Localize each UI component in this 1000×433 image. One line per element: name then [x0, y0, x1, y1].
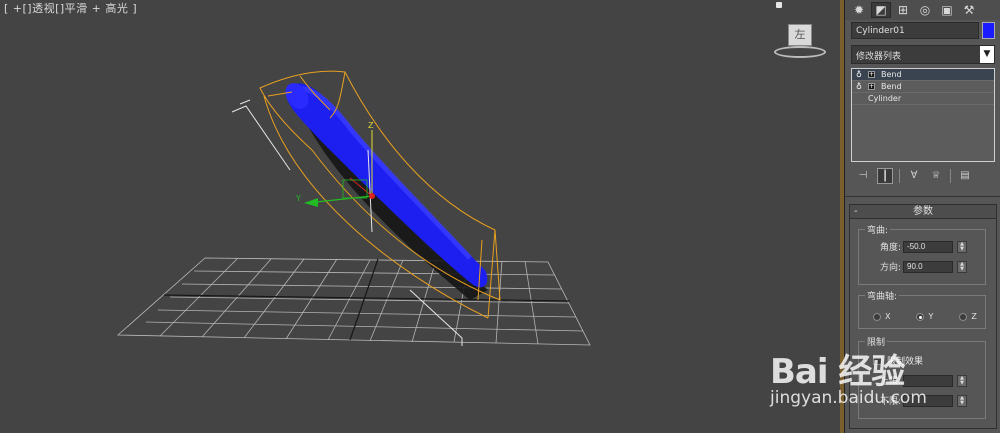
modify-tab-icon[interactable]: ◩: [871, 2, 891, 18]
axis-x-radio[interactable]: X: [873, 312, 890, 321]
collapse-icon[interactable]: -: [854, 205, 858, 219]
create-tab-icon[interactable]: ✹: [849, 2, 869, 18]
direction-input[interactable]: [903, 260, 953, 273]
make-unique-icon[interactable]: ∀: [906, 168, 922, 184]
hierarchy-tab-icon[interactable]: ⊞: [893, 2, 913, 18]
bend-axis-title: 弯曲轴:: [865, 289, 900, 302]
stack-item-bend-top[interactable]: ♁ + Bend: [852, 69, 994, 81]
baidu-watermark: Bai 经验 jingyan.baidu.com: [752, 338, 1000, 433]
pin-stack-icon[interactable]: ⊣: [855, 168, 871, 184]
bend-group: 弯曲: 角度: ▲▼ 方向: ▲▼: [858, 223, 986, 285]
watermark-url: jingyan.baidu.com: [770, 388, 927, 408]
configure-sets-icon[interactable]: ▤: [957, 168, 973, 184]
modifier-stack[interactable]: ♁ + Bend ♁ + Bend Cylinder: [851, 68, 995, 162]
radio-dot[interactable]: [873, 312, 881, 321]
home-grid: [116, 257, 591, 346]
display-tab-icon[interactable]: ▣: [937, 2, 957, 18]
command-panel-tabs: ✹ ◩ ⊞ ◎ ▣ ⚒: [845, 0, 1000, 20]
angle-spinner-icon[interactable]: ▲ ▼: [957, 240, 967, 253]
radio-dot-selected[interactable]: [916, 312, 925, 321]
bend-axis-group: 弯曲轴: X Y Z: [858, 289, 986, 329]
stack-toolbar: ⊣ ┃ ∀ ♕ ▤: [855, 168, 995, 184]
toolbar-separator: [899, 169, 900, 183]
viewcube-compass-ring[interactable]: [774, 46, 826, 58]
angle-row: 角度: ▲▼: [859, 240, 967, 253]
viewcube-face[interactable]: 左: [788, 24, 812, 46]
stack-item-label: Bend: [881, 70, 902, 79]
object-name-field[interactable]: [851, 22, 979, 39]
direction-row: 方向: ▲▼: [859, 260, 967, 273]
motion-tab-icon[interactable]: ◎: [915, 2, 935, 18]
svg-text:Z: Z: [368, 121, 374, 130]
utilities-tab-icon[interactable]: ⚒: [959, 2, 979, 18]
expand-icon[interactable]: +: [868, 83, 875, 90]
modifier-list-dropdown[interactable]: 修改器列表 ▼: [851, 45, 995, 64]
axis-z-radio[interactable]: Z: [959, 312, 977, 321]
axis-x-label: X: [885, 312, 891, 321]
modifier-list-label: 修改器列表: [856, 52, 902, 62]
axis-z-label: Z: [971, 312, 977, 321]
expand-icon[interactable]: +: [868, 71, 875, 78]
angle-input[interactable]: [903, 240, 953, 253]
chevron-down-icon[interactable]: ▼: [980, 46, 994, 63]
lightbulb-icon[interactable]: ♁: [856, 82, 864, 91]
svg-text:Y: Y: [295, 194, 301, 203]
remove-modifier-icon[interactable]: ♕: [928, 168, 944, 184]
angle-label: 角度:: [879, 243, 901, 253]
viewcube[interactable]: 左: [772, 20, 828, 64]
stack-item-label: Bend: [881, 82, 902, 91]
lightbulb-icon[interactable]: ♁: [856, 70, 864, 79]
rollout-title: 参数: [913, 206, 933, 217]
axis-y-radio[interactable]: Y: [916, 312, 933, 321]
viewcube-home-icon[interactable]: [776, 2, 782, 8]
watermark-logo: Bai 经验: [770, 352, 905, 392]
object-color-swatch[interactable]: [982, 22, 995, 39]
scene-canvas[interactable]: Z Y: [0, 0, 840, 433]
bend-group-title: 弯曲:: [865, 223, 891, 236]
radio-dot[interactable]: [959, 312, 968, 321]
rollout-header[interactable]: - 参数: [850, 205, 996, 219]
toolbar-separator: [950, 169, 951, 183]
bent-cylinder: [285, 83, 488, 288]
perspective-viewport[interactable]: [ +[]透视[]平滑 + 高光 ] Z Y 左: [0, 0, 840, 433]
axis-y-label: Y: [928, 312, 934, 321]
direction-label: 方向:: [879, 263, 901, 273]
show-end-result-icon[interactable]: ┃: [877, 168, 893, 184]
axis-radio-group: X Y Z: [873, 312, 977, 321]
panel-divider: [845, 196, 1000, 197]
direction-spinner-icon[interactable]: ▲ ▼: [957, 260, 967, 273]
stack-item-bend[interactable]: ♁ + Bend: [852, 81, 994, 93]
stack-item-cylinder[interactable]: Cylinder: [852, 93, 994, 105]
